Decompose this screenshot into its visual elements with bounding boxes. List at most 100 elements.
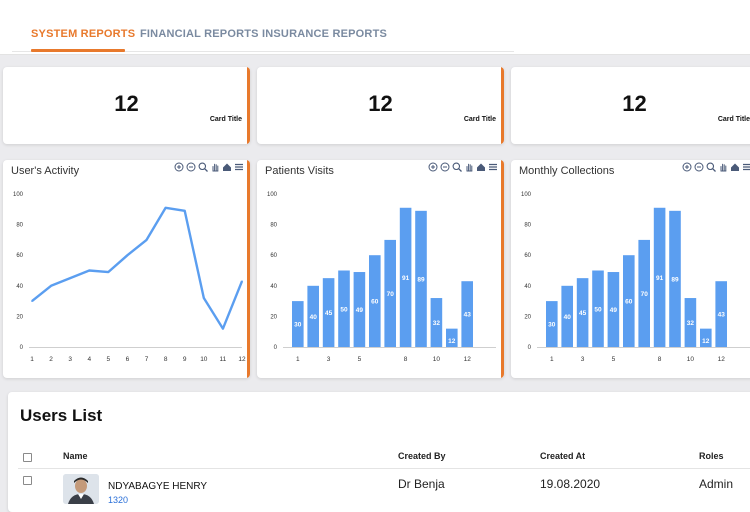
y-tick-label: 60 — [270, 253, 277, 259]
user-created-at: 19.08.2020 — [540, 477, 601, 491]
stat-value: 12 — [114, 91, 139, 116]
card-accent — [247, 160, 250, 378]
chart-card-monthly-collections: Monthly Collections 0 20 40 60 80 100 30 40 45 50… — [511, 160, 750, 378]
data-label: 40 — [310, 314, 318, 321]
x-tick-label: 12 — [464, 356, 472, 363]
data-point — [69, 277, 71, 279]
series-line — [31, 206, 244, 330]
x-tick-label: 3 — [581, 356, 585, 363]
magnifier-icon[interactable] — [706, 162, 716, 172]
chart-toolbar — [428, 162, 498, 172]
y-tick-label: 20 — [270, 314, 277, 320]
y-tick-label: 40 — [16, 284, 23, 290]
y-tick-label: 40 — [270, 284, 277, 290]
tab-insurance-reports[interactable]: INSURANCE REPORTS — [262, 28, 387, 40]
home-icon[interactable] — [476, 162, 486, 172]
y-tick-label: 60 — [524, 253, 531, 259]
chart-toolbar — [174, 162, 244, 172]
table-divider — [18, 468, 750, 469]
x-tick-label: 1 — [550, 356, 554, 363]
chart-toolbar — [682, 162, 750, 172]
home-icon[interactable] — [222, 162, 232, 172]
menu-icon[interactable] — [742, 162, 750, 172]
y-tick-label: 0 — [274, 345, 278, 351]
x-tick-label: 6 — [126, 356, 130, 363]
users-list-title: Users List — [20, 406, 103, 425]
chart-card-patients-visits: Patients Visits 0 20 40 60 80 100 30 40 45 50 49 60… — [257, 160, 504, 378]
data-label: 89 — [671, 276, 679, 283]
magnifier-icon[interactable] — [198, 162, 208, 172]
pan-hand-icon[interactable] — [464, 162, 474, 172]
home-icon[interactable] — [730, 162, 740, 172]
zoom-in-icon[interactable] — [174, 162, 184, 172]
users-list-panel: Users List Name Created By Created At Ro… — [8, 392, 750, 512]
pan-hand-icon[interactable] — [210, 162, 220, 172]
tab-system-reports[interactable]: SYSTEM REPORTS — [31, 28, 135, 40]
card-accent — [501, 160, 504, 378]
y-tick-label: 60 — [16, 253, 23, 259]
y-tick-label: 40 — [524, 284, 531, 290]
y-tick-label: 100 — [267, 192, 278, 198]
zoom-in-icon[interactable] — [682, 162, 692, 172]
x-tick-label: 10 — [200, 356, 208, 363]
zoom-out-icon[interactable] — [440, 162, 450, 172]
data-point — [31, 300, 33, 302]
menu-icon[interactable] — [234, 162, 244, 172]
zoom-out-icon[interactable] — [186, 162, 196, 172]
column-header-created-by[interactable]: Created By — [398, 451, 446, 461]
data-label: 12 — [448, 338, 456, 345]
chart-title: User's Activity — [11, 165, 80, 177]
x-tick-label: 11 — [220, 356, 227, 363]
data-label: 89 — [417, 276, 425, 283]
data-point — [126, 254, 129, 256]
data-label: 49 — [356, 307, 364, 314]
chart-card-users-activity: User's Activity 0 20 40 60 80 100 1 2 3 4 5 6 7 8 9 10 1… — [3, 160, 250, 378]
data-label: 50 — [594, 306, 602, 313]
chart-patients-visits: 0 20 40 60 80 100 30 40 45 50 49 60 70 91 89 32 12 43 1 3 5 8… — [267, 192, 496, 363]
pan-hand-icon[interactable] — [718, 162, 728, 172]
x-tick-label: 10 — [433, 356, 441, 363]
x-tick-label: 5 — [612, 356, 616, 363]
y-tick-label: 20 — [16, 314, 23, 320]
data-label: 70 — [641, 291, 649, 298]
user-role: Admin — [699, 477, 734, 491]
card-accent — [247, 67, 250, 144]
data-label: 43 — [464, 312, 472, 319]
menu-icon[interactable] — [488, 162, 498, 172]
data-label: 30 — [548, 322, 556, 329]
column-header-name[interactable]: Name — [63, 451, 88, 461]
data-point — [107, 271, 110, 273]
active-tab-indicator — [31, 49, 125, 52]
y-tick-label: 100 — [521, 192, 532, 198]
data-label: 45 — [325, 310, 333, 317]
magnifier-icon[interactable] — [452, 162, 462, 172]
data-label: 91 — [656, 275, 664, 282]
x-tick-label: 8 — [164, 356, 168, 363]
column-header-created-at[interactable]: Created At — [540, 451, 585, 461]
data-label: 12 — [702, 338, 710, 345]
stat-card-2: 12 Card Title — [257, 67, 504, 144]
stat-card-title: Card Title — [717, 116, 750, 123]
column-header-roles[interactable]: Roles — [699, 451, 724, 461]
chart-title: Monthly Collections — [519, 165, 615, 177]
data-point — [88, 269, 91, 272]
data-label: 43 — [718, 312, 726, 319]
x-tick-label: 3 — [327, 356, 331, 363]
zoom-in-icon[interactable] — [428, 162, 438, 172]
x-tick-label: 1 — [296, 356, 300, 363]
y-tick-label: 0 — [20, 345, 24, 351]
tab-financial-reports[interactable]: FINANCIAL REPORTS — [140, 28, 259, 40]
y-tick-label: 80 — [16, 223, 23, 229]
row-checkbox[interactable] — [23, 476, 32, 485]
y-tick-label: 80 — [270, 223, 277, 229]
stat-card-3: 12 Card Title — [511, 67, 750, 144]
user-name[interactable]: NDYABAGYE HENRY — [108, 481, 207, 492]
data-point — [50, 285, 52, 287]
select-all-checkbox[interactable] — [23, 453, 32, 462]
x-tick-label: 5 — [107, 356, 111, 363]
user-id-link[interactable]: 1320 — [108, 495, 128, 505]
data-label: 30 — [294, 322, 302, 329]
x-tick-label: 9 — [183, 356, 187, 363]
zoom-out-icon[interactable] — [694, 162, 704, 172]
data-label: 49 — [610, 307, 618, 314]
